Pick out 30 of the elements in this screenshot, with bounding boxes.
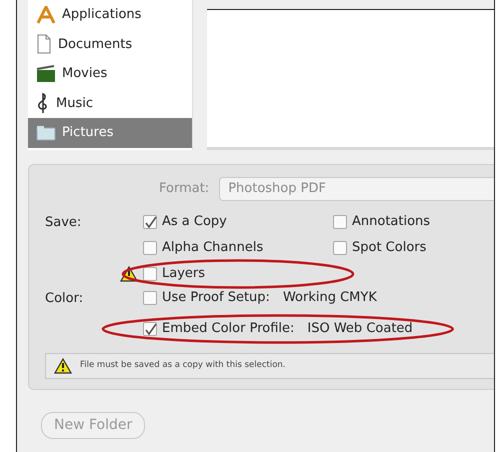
- folder-icon: [36, 124, 56, 141]
- section-label: Save:: [45, 214, 82, 230]
- film-icon: [36, 64, 56, 83]
- checkbox[interactable]: [143, 322, 157, 336]
- checkbox-label: Embed Color Profile:: [162, 320, 294, 338]
- checkbox-label: Annotations: [352, 213, 430, 232]
- checkbox-label: Use Proof Setup:: [162, 289, 270, 308]
- setting-value: ISO Web Coated: [307, 320, 413, 338]
- document-icon: [36, 34, 52, 54]
- sidebar-item[interactable]: Documents: [28, 30, 192, 59]
- checkbox-label: Layers: [162, 265, 206, 284]
- sidebar-item[interactable]: Movies: [28, 59, 192, 88]
- checkbox-label: As a Copy: [162, 213, 227, 232]
- sidebar-item[interactable]: Applications: [28, 0, 192, 30]
- checkbox[interactable]: [143, 291, 157, 305]
- apps-icon: [36, 6, 56, 24]
- warning-icon: [54, 358, 72, 374]
- checkbox[interactable]: [143, 241, 157, 255]
- checkbox-label: Spot Colors: [352, 239, 426, 258]
- checkbox[interactable]: [143, 267, 157, 281]
- checkbox-label: Alpha Channels: [162, 239, 264, 258]
- sidebar-item[interactable]: Pictures: [28, 118, 192, 148]
- checkbox[interactable]: [143, 215, 157, 229]
- section-label: Color:: [45, 290, 84, 306]
- format-label: Format:: [159, 180, 210, 198]
- checkbox[interactable]: [333, 215, 347, 229]
- sidebar-item[interactable]: Music: [28, 88, 192, 118]
- checkbox[interactable]: [333, 241, 347, 255]
- warning-message: File must be saved as a copy with this selection.: [80, 359, 286, 372]
- setting-value: Working CMYK: [282, 289, 377, 308]
